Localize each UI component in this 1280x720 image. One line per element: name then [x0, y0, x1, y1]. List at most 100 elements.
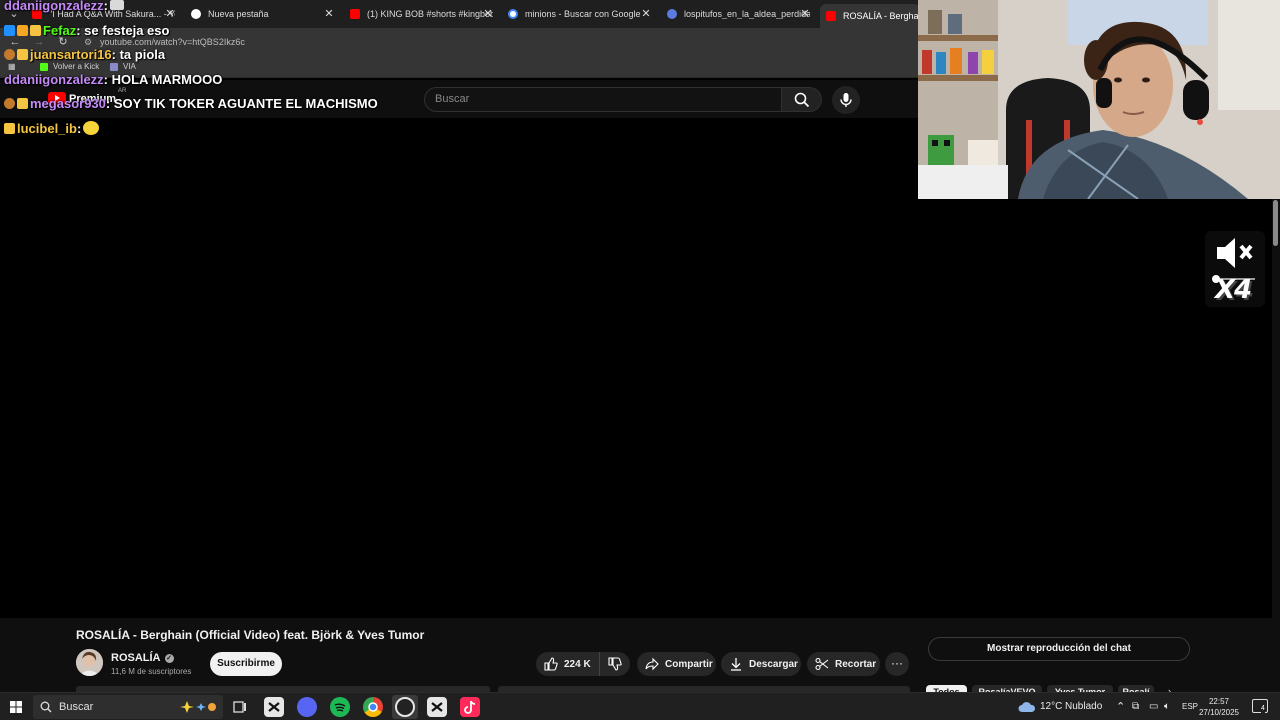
show-chat-replay-button[interactable]: Mostrar reproducción del chat — [928, 637, 1190, 661]
thumbs-up-icon — [544, 657, 558, 671]
volume-icon[interactable]: 🔈︎ — [1164, 693, 1170, 720]
more-actions-button[interactable]: ··· — [885, 652, 909, 676]
tab-title: ROSALÍA - Berghain (O — [843, 11, 920, 21]
crown-icon — [4, 122, 15, 134]
speed-multiplier: X4 — [1215, 275, 1252, 305]
chat-message: Fefaz : se festeja eso — [4, 21, 169, 39]
clock-time: 22:57 — [1208, 697, 1230, 706]
search-icon — [794, 92, 810, 108]
chip-all[interactable]: Todos — [926, 685, 967, 692]
search-input[interactable]: Buscar — [424, 87, 782, 112]
chat-text: : SOY TIK TOKER AGUANTE EL MACHISMO — [105, 95, 378, 111]
crown-icon — [17, 48, 28, 60]
crown-icon — [17, 97, 28, 109]
share-button[interactable]: Compartir — [637, 652, 716, 676]
like-button[interactable]: 224 K — [536, 652, 600, 676]
badge-icon — [4, 24, 15, 36]
capcut-icon[interactable] — [264, 697, 284, 717]
chat-message: ddaniigonzalezz : — [4, 0, 125, 14]
weather-desc[interactable]: Nublado — [1065, 693, 1102, 720]
chip-rosalia[interactable]: Rosalí — [1118, 685, 1154, 692]
tab-minions[interactable]: minions - Buscar con Google ✕ — [508, 4, 652, 24]
youtube-icon — [826, 11, 836, 21]
scrollbar[interactable] — [1272, 198, 1280, 692]
spotify-icon[interactable] — [330, 697, 350, 717]
google-icon — [508, 9, 518, 19]
channel-avatar[interactable] — [76, 649, 103, 676]
chip-yves-tumor[interactable]: Yves Tumor — [1047, 685, 1113, 692]
chat-text: : HOLA MARMOOO — [103, 71, 223, 87]
chat-text: : — [103, 0, 109, 13]
windows-start-icon[interactable] — [10, 701, 22, 713]
video-title: ROSALÍA - Berghain (Official Video) feat… — [76, 628, 425, 642]
display-icon[interactable]: ▭ — [1149, 693, 1158, 720]
search-highlight-icon — [180, 701, 216, 713]
cloud-icon — [1018, 702, 1036, 712]
scrollbar-thumb[interactable] — [1273, 200, 1278, 246]
chat-message: juansartori16 : ta piola — [4, 45, 165, 63]
mute-overlay[interactable]: X4 — [1205, 231, 1265, 307]
tab-title: lospitufos_en_la_aldea_perdida — [684, 9, 810, 19]
chat-text: : se festeja eso — [76, 22, 170, 38]
verified-icon: ✓ — [164, 653, 174, 663]
webcam-image — [918, 0, 1280, 199]
badge-icon — [4, 97, 15, 109]
subscribe-button[interactable]: Suscribirme — [210, 652, 282, 676]
search-button[interactable] — [782, 87, 822, 112]
weather-temp[interactable]: 12°C — [1040, 693, 1062, 720]
close-icon[interactable]: ✕ — [799, 4, 811, 24]
chat-text: : — [76, 120, 82, 136]
notification-count: 4 — [1261, 705, 1265, 713]
stream-chat-overlay: ddaniigonzalezz : Fefaz : se festeja eso… — [0, 0, 440, 140]
secondary-column: Mostrar reproducción del chat Todos Rosa… — [920, 618, 1272, 696]
taskbar-search-label: Buscar — [59, 701, 94, 713]
download-icon — [731, 658, 741, 671]
share-icon — [645, 657, 659, 671]
task-view-icon[interactable] — [230, 697, 250, 717]
chevron-up-icon[interactable]: ⌃ — [1116, 693, 1125, 720]
chat-message: megasor930 : SOY TIK TOKER AGUANTE EL MA… — [4, 94, 378, 112]
channel-name-text: ROSALÍA — [111, 652, 161, 664]
emote-icon — [83, 121, 100, 135]
chrome-icon[interactable] — [363, 697, 383, 717]
close-icon[interactable]: ✕ — [640, 4, 652, 24]
discord-icon[interactable] — [297, 697, 317, 717]
notification-center-button[interactable]: 4 — [1252, 699, 1268, 713]
network-icon[interactable]: ⧉ — [1132, 693, 1139, 720]
chat-message: lucibel_ib : — [4, 119, 100, 137]
chat-username: ddaniigonzalezz — [4, 0, 104, 13]
video-info: ROSALÍA - Berghain (Official Video) feat… — [0, 618, 920, 692]
dislike-button[interactable] — [600, 652, 628, 676]
tiktok-icon[interactable] — [460, 697, 480, 717]
chat-username: Fefaz — [43, 22, 77, 38]
chat-username: ddaniigonzalezz — [4, 71, 104, 87]
crown-icon — [30, 24, 41, 36]
download-label: Descargar — [749, 658, 798, 670]
download-button[interactable]: Descargar — [721, 652, 801, 676]
microphone-icon — [840, 93, 852, 107]
channel-name[interactable]: ROSALÍA ✓ — [111, 652, 174, 664]
clock[interactable]: 22:57 27/10/2025 — [1196, 696, 1242, 718]
like-count: 224 K — [564, 658, 591, 670]
close-icon[interactable]: ✕ — [482, 4, 494, 24]
webcam-feed — [918, 0, 1280, 199]
clock-date: 27/10/2025 — [1198, 708, 1240, 717]
thumbs-down-icon — [608, 657, 622, 671]
scissors-icon — [815, 657, 829, 671]
chat-message: ddaniigonzalezz : HOLA MARMOOO — [4, 70, 222, 88]
taskbar-search[interactable]: Buscar — [33, 695, 223, 719]
capcut-icon[interactable] — [427, 697, 447, 717]
obs-icon[interactable] — [395, 697, 415, 717]
chat-text: : ta piola — [111, 46, 166, 62]
badge-icon — [17, 24, 28, 36]
voice-search-button[interactable] — [832, 86, 860, 114]
clip-button[interactable]: Recortar — [807, 652, 880, 676]
tab-rosalia[interactable]: ROSALÍA - Berghain (O — [820, 4, 920, 28]
windows-taskbar: Buscar 12°C Nublado ⌃ ⧉ ▭ 🔈︎ ESP 22:57 2… — [0, 692, 1280, 720]
badge-icon — [4, 48, 15, 60]
chat-username: juansartori16 — [30, 46, 112, 62]
chat-username: megasor930 — [30, 95, 106, 111]
subscriber-count: 11,6 M de suscriptores — [111, 667, 192, 676]
tab-pitufos[interactable]: lospitufos_en_la_aldea_perdida ✕ — [667, 4, 811, 24]
chip-rosaliavevo[interactable]: RosalíaVEVO — [972, 685, 1042, 692]
